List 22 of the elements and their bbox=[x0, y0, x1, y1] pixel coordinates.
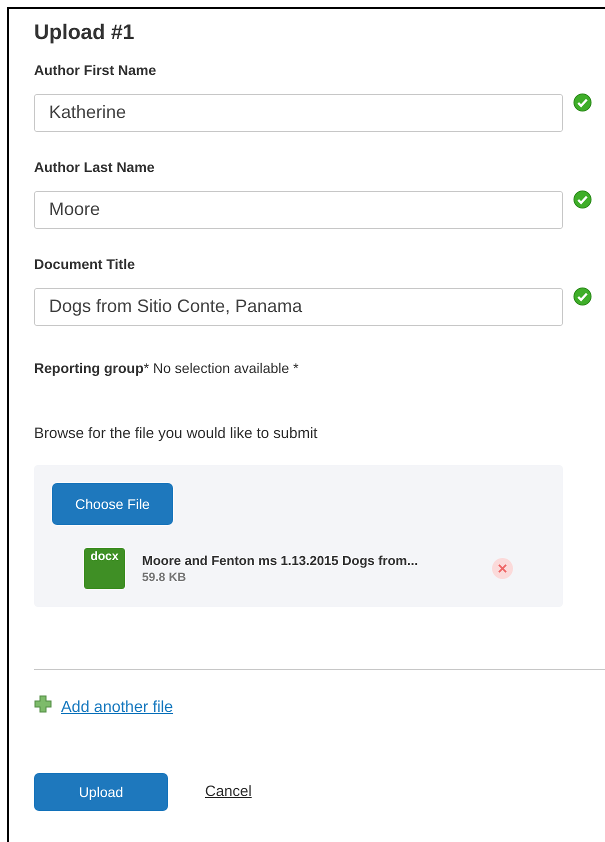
browse-prompt: Browse for the file you would like to submit bbox=[34, 425, 318, 443]
choose-file-button[interactable]: Choose File bbox=[52, 483, 173, 525]
file-type-badge: docx bbox=[84, 548, 125, 589]
text-field[interactable]: Dogs from Sitio Conte, Panama bbox=[34, 288, 563, 326]
check-icon bbox=[573, 287, 592, 306]
check-icon bbox=[573, 190, 592, 209]
text-field[interactable]: Moore bbox=[34, 190, 563, 228]
remove-file-button[interactable] bbox=[492, 558, 513, 579]
check-icon bbox=[573, 93, 592, 112]
close-icon bbox=[498, 564, 507, 573]
field-label: Author First Name bbox=[34, 61, 158, 79]
cancel-link[interactable]: Cancel bbox=[205, 780, 252, 804]
file-name: Moore and Fenton ms 1.13.2015 Dogs from... bbox=[142, 552, 419, 569]
field-label: Document Title bbox=[34, 255, 136, 273]
file-size: 59.8 KB bbox=[142, 569, 188, 585]
text-field[interactable]: Katherine bbox=[34, 94, 563, 132]
reporting-group-text: Reporting group* No selection available * bbox=[34, 359, 300, 377]
field-label: Author Last Name bbox=[34, 158, 156, 176]
upload-button[interactable]: Upload bbox=[34, 773, 168, 811]
form-title: Upload #1 bbox=[34, 20, 136, 46]
plus-icon bbox=[34, 695, 52, 713]
add-another-file-link[interactable]: Add another file bbox=[61, 696, 174, 720]
